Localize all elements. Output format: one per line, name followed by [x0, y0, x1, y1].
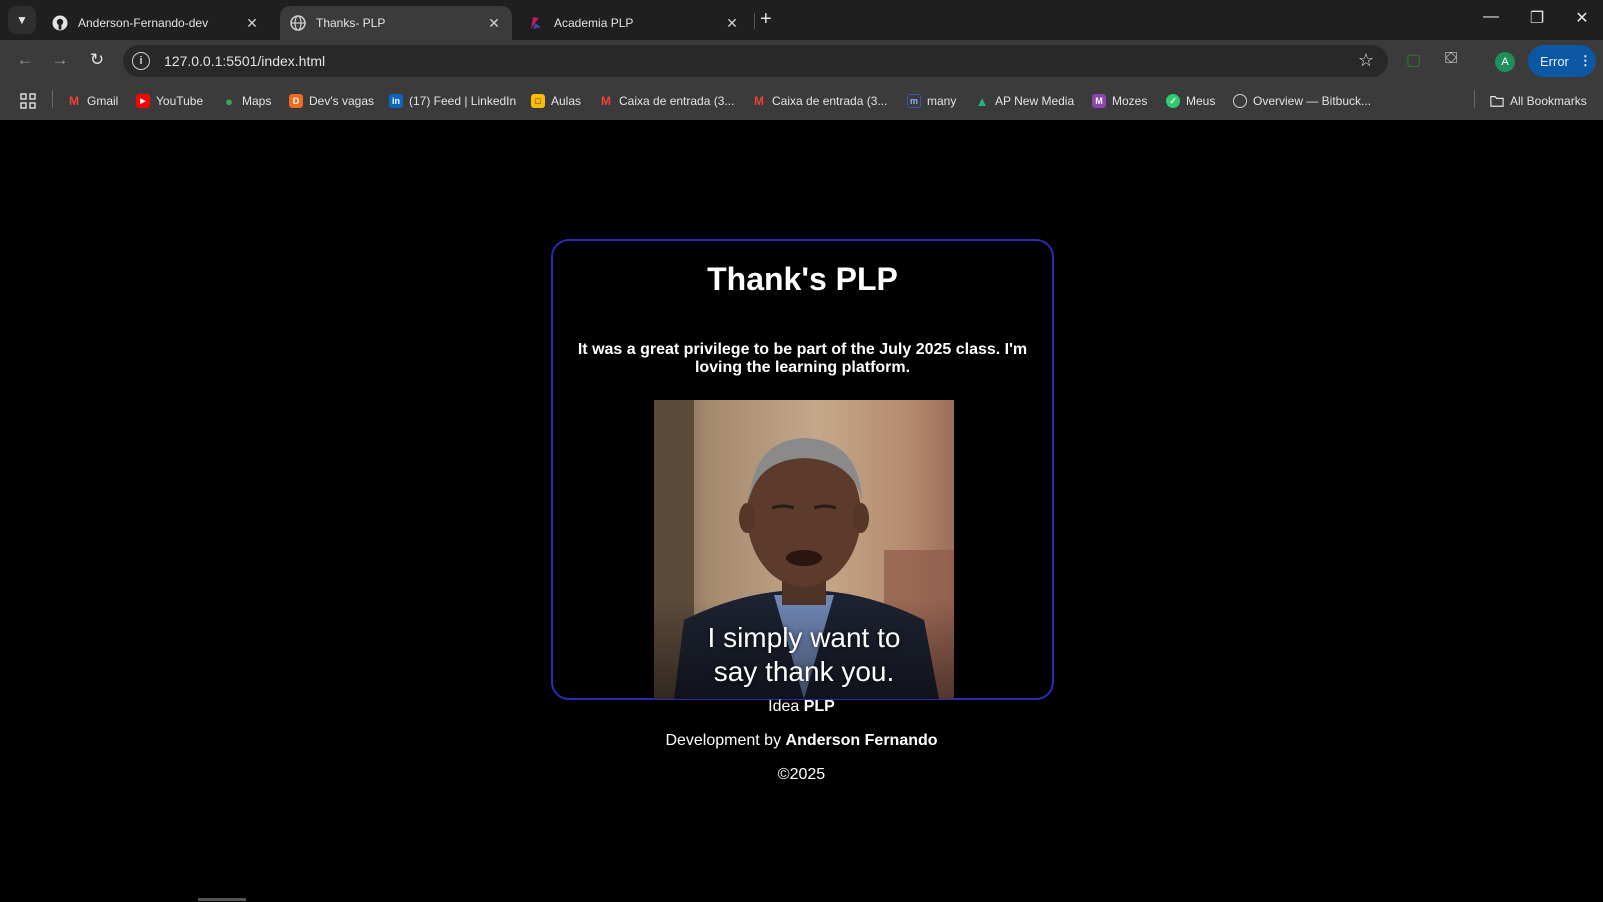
- url-text[interactable]: 127.0.0.1:5501/index.html: [164, 53, 325, 69]
- idea-name: PLP: [803, 698, 835, 715]
- tab-academia-plp[interactable]: Academia PLP ✕: [518, 6, 750, 40]
- browser-toolbar: ← → ↻ i 127.0.0.1:5501/index.html ☆ ▢ ⛋ …: [0, 40, 1603, 82]
- linkedin-icon: in: [389, 94, 403, 108]
- forward-button[interactable]: →: [48, 50, 72, 70]
- github-icon: [52, 15, 68, 31]
- globe-icon: [290, 15, 306, 31]
- window-close-button[interactable]: ✕: [1567, 8, 1597, 28]
- bookmark-ap-new-media[interactable]: ▲ AP New Media: [975, 91, 1075, 111]
- bookmarks-bar: M Gmail ▶ YouTube ● Maps D Dev's vagas i…: [0, 82, 1603, 120]
- extensions-icon[interactable]: ⛋: [1445, 50, 1457, 68]
- page-title: Thank's PLP: [707, 261, 898, 297]
- new-tab-button[interactable]: +: [760, 8, 772, 31]
- ap-new-media-icon: ▲: [975, 93, 989, 109]
- bookmark-mozes[interactable]: M Mozes: [1092, 91, 1147, 111]
- back-button[interactable]: ←: [13, 50, 37, 70]
- dev-credit: Development by Anderson Fernando: [0, 732, 1603, 750]
- dev-prefix: Development by: [665, 732, 782, 749]
- bookmark-caixa-2[interactable]: M Caixa de entrada (3...: [752, 91, 887, 111]
- bookmark-label: Mozes: [1112, 94, 1148, 108]
- bookmark-linkedin[interactable]: in (17) Feed | LinkedIn: [389, 91, 516, 111]
- chevron-down-icon: ▼: [16, 13, 28, 27]
- bookmark-label: Caixa de entrada (3...: [619, 94, 735, 108]
- gif-caption-line2: say thank you.: [713, 656, 895, 687]
- bookmark-star-icon[interactable]: ☆: [1358, 50, 1374, 71]
- error-label: Error: [1540, 53, 1569, 69]
- youtube-icon: ▶: [136, 94, 150, 108]
- more-menu-icon: ⋮: [1578, 53, 1592, 68]
- bookmark-maps[interactable]: ● Maps: [222, 91, 271, 111]
- error-button[interactable]: Error ⋮: [1528, 45, 1596, 77]
- horizontal-scrollbar[interactable]: [198, 898, 246, 901]
- maps-icon: ●: [225, 93, 233, 109]
- apps-grid-icon[interactable]: [20, 91, 36, 111]
- close-icon[interactable]: ✕: [486, 15, 502, 32]
- bookmark-youtube[interactable]: ▶ YouTube: [136, 91, 203, 111]
- bookmark-label: Dev's vagas: [309, 94, 374, 108]
- bookmark-label: All Bookmarks: [1510, 94, 1587, 108]
- site-info-icon[interactable]: i: [132, 52, 150, 70]
- dev-name: Anderson Fernando: [785, 732, 938, 749]
- reload-button[interactable]: ↻: [85, 50, 109, 70]
- tab-label: Academia PLP: [554, 16, 634, 30]
- bookmark-label: Caixa de entrada (3...: [772, 94, 888, 108]
- bookmark-label: Maps: [242, 94, 272, 108]
- close-icon[interactable]: ✕: [244, 15, 260, 32]
- page-viewport: Thank's PLP It was a great privilege to …: [0, 120, 1603, 902]
- folder-icon: [1490, 94, 1504, 108]
- thanks-card: Thank's PLP It was a great privilege to …: [551, 239, 1054, 700]
- gmail-icon: M: [601, 94, 611, 108]
- avatar-letter: A: [1501, 56, 1509, 68]
- idea-credit: Idea PLP: [0, 698, 1603, 716]
- bookmark-label: Overview — Bitbuck...: [1253, 94, 1372, 108]
- bookmark-caixa-1[interactable]: M Caixa de entrada (3...: [599, 91, 734, 111]
- mozes-icon: M: [1092, 94, 1106, 108]
- devs-vagas-icon: D: [289, 94, 303, 108]
- tab-label: Anderson-Fernando-dev: [78, 16, 209, 30]
- thanks-message: It was a great privilege to be part of t…: [577, 341, 1028, 376]
- minimize-button[interactable]: —: [1476, 8, 1506, 26]
- tab-label: Thanks- PLP: [316, 16, 386, 30]
- bookmark-aulas[interactable]: □ Aulas: [531, 91, 581, 111]
- bookmark-bitbucket[interactable]: Overview — Bitbuck...: [1233, 91, 1371, 111]
- bookmarks-divider: [52, 90, 53, 108]
- address-bar[interactable]: i 127.0.0.1:5501/index.html ☆: [123, 45, 1388, 77]
- tab-thanks-plp[interactable]: Thanks- PLP ✕: [280, 6, 512, 40]
- profile-avatar[interactable]: A: [1495, 52, 1515, 72]
- globe-icon: [1233, 94, 1247, 108]
- bookmark-devs-vagas[interactable]: D Dev's vagas: [289, 91, 374, 111]
- aulas-icon: □: [531, 94, 545, 108]
- gmail-icon: M: [69, 94, 79, 108]
- bookmark-label: Gmail: [87, 94, 119, 108]
- bookmarks-divider: [1474, 90, 1475, 108]
- gif-caption: I simply want to say thank you.: [654, 621, 954, 689]
- bookmark-label: AP New Media: [995, 94, 1075, 108]
- bookmark-many[interactable]: m many: [907, 91, 956, 111]
- gif-caption-line1: I simply want to: [707, 622, 901, 653]
- many-icon: m: [907, 94, 921, 108]
- bookmark-gmail[interactable]: M Gmail: [67, 91, 118, 111]
- gmail-icon: M: [754, 94, 764, 108]
- bookmark-meus[interactable]: ✓ Meus: [1166, 91, 1215, 111]
- bookmark-label: (17) Feed | LinkedIn: [409, 94, 517, 108]
- tab-search-button[interactable]: ▼: [8, 6, 36, 34]
- tab-divider: [754, 13, 755, 29]
- bookmark-label: Meus: [1186, 94, 1216, 108]
- copyright: ©2025: [777, 766, 826, 783]
- bookmark-label: many: [927, 94, 957, 108]
- tab-github[interactable]: Anderson-Fernando-dev ✕: [42, 6, 270, 40]
- meus-icon: ✓: [1166, 94, 1180, 108]
- bookmark-label: YouTube: [156, 94, 204, 108]
- idea-prefix: Idea: [768, 698, 800, 715]
- thank-you-gif: I simply want to say thank you.: [654, 400, 954, 699]
- plp-logo-icon: [528, 15, 544, 31]
- close-icon[interactable]: ✕: [724, 15, 740, 32]
- all-bookmarks[interactable]: All Bookmarks: [1490, 91, 1587, 111]
- bookmark-label: Aulas: [551, 94, 582, 108]
- screen-capture-icon[interactable]: ▢: [1406, 50, 1421, 70]
- tab-strip: ▼ Anderson-Fernando-dev ✕ Thanks- PLP ✕ …: [0, 0, 1603, 40]
- restore-button[interactable]: ❐: [1522, 8, 1552, 28]
